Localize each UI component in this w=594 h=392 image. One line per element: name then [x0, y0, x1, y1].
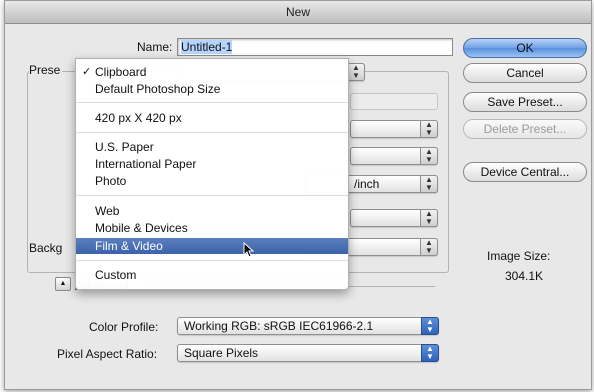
menu-item-label: 420 px X 420 px	[95, 111, 182, 125]
menu-item-film-video[interactable]: Film & Video	[76, 238, 348, 254]
size-unit-popup[interactable]: ▲ ▼	[350, 147, 438, 165]
menu-item-custom[interactable]: Custom	[76, 267, 348, 283]
popup-stepper-icon: ▲ ▼	[420, 209, 438, 227]
menu-item-us-paper[interactable]: U.S. Paper	[76, 139, 348, 155]
menu-item-label: Film & Video	[95, 239, 163, 253]
pixel-aspect-value: Square Pixels	[184, 346, 259, 360]
checkmark-icon: ✓	[82, 66, 92, 78]
name-label: Name:	[137, 40, 173, 54]
background-label: Backg	[29, 241, 63, 255]
popup-stepper-icon: ▲ ▼	[420, 175, 438, 193]
menu-item-default-photoshop-size[interactable]: Default Photoshop Size	[76, 81, 348, 97]
menu-separator	[76, 132, 348, 133]
menu-item-label: International Paper	[95, 157, 197, 171]
menu-separator	[76, 195, 348, 196]
preset-label: Prese	[29, 63, 63, 77]
width-popup	[350, 93, 438, 110]
resolution-unit-text: /inch	[354, 177, 380, 191]
popup-stepper-icon: ▲ ▼	[421, 344, 439, 362]
menu-separator	[76, 260, 348, 261]
menu-item-web[interactable]: Web	[76, 203, 348, 219]
disclosure-triangle-icon[interactable]: ▲	[55, 277, 71, 291]
ok-button[interactable]: OK	[463, 38, 587, 58]
menu-item-label: Photo	[95, 174, 127, 188]
menu-item-international-paper[interactable]: International Paper	[76, 156, 348, 172]
preset-menu: ✓ Clipboard Default Photoshop Size 420 p…	[75, 58, 349, 290]
menu-separator	[76, 102, 348, 103]
name-field[interactable]: Untitled-1	[177, 38, 453, 56]
save-preset-button[interactable]: Save Preset...	[463, 92, 587, 112]
image-size-label: Image Size:	[487, 249, 551, 263]
color-mode-popup[interactable]: ▲ ▼	[350, 209, 438, 227]
dialog-title: New	[5, 1, 591, 24]
mouse-pointer-icon	[243, 241, 255, 261]
device-central-button[interactable]: Device Central...	[463, 162, 587, 182]
popup-stepper-icon: ▲ ▼	[421, 317, 439, 335]
menu-item-photo[interactable]: Photo	[76, 173, 348, 189]
image-size-value: 304.1K	[505, 269, 544, 283]
pixel-aspect-popup[interactable]: Square Pixels ▲ ▼	[177, 344, 439, 362]
delete-preset-button[interactable]: Delete Preset...	[463, 119, 587, 139]
popup-stepper-icon: ▲ ▼	[347, 63, 365, 81]
new-document-dialog: New Name: Untitled-1 Prese ▲ ▼ ▲ ▼ ▲ ▼ /inc…	[4, 0, 592, 390]
menu-item-label: U.S. Paper	[95, 140, 154, 154]
cancel-button[interactable]: Cancel	[463, 63, 587, 83]
popup-stepper-icon: ▲ ▼	[420, 147, 438, 165]
height-unit-popup[interactable]: ▲ ▼	[350, 120, 438, 138]
menu-item-label: Clipboard	[95, 65, 147, 79]
color-profile-value: Working RGB: sRGB IEC61966-2.1	[184, 319, 374, 333]
menu-item-label: Custom	[95, 268, 137, 282]
menu-item-label: Default Photoshop Size	[95, 82, 221, 96]
color-profile-popup[interactable]: Working RGB: sRGB IEC61966-2.1 ▲ ▼	[177, 317, 439, 335]
pixel-aspect-label: Pixel Aspect Ratio:	[57, 347, 158, 361]
menu-item-label: Mobile & Devices	[95, 221, 188, 235]
popup-stepper-icon: ▲ ▼	[420, 120, 438, 138]
menu-item-420px[interactable]: 420 px X 420 px	[76, 110, 348, 126]
color-profile-label: Color Profile:	[89, 320, 159, 334]
menu-item-label: Web	[95, 204, 120, 218]
menu-item-mobile-devices[interactable]: Mobile & Devices	[76, 220, 348, 236]
name-value: Untitled-1	[181, 40, 233, 54]
menu-item-clipboard[interactable]: ✓ Clipboard	[76, 64, 348, 80]
popup-stepper-icon: ▲ ▼	[420, 238, 438, 256]
